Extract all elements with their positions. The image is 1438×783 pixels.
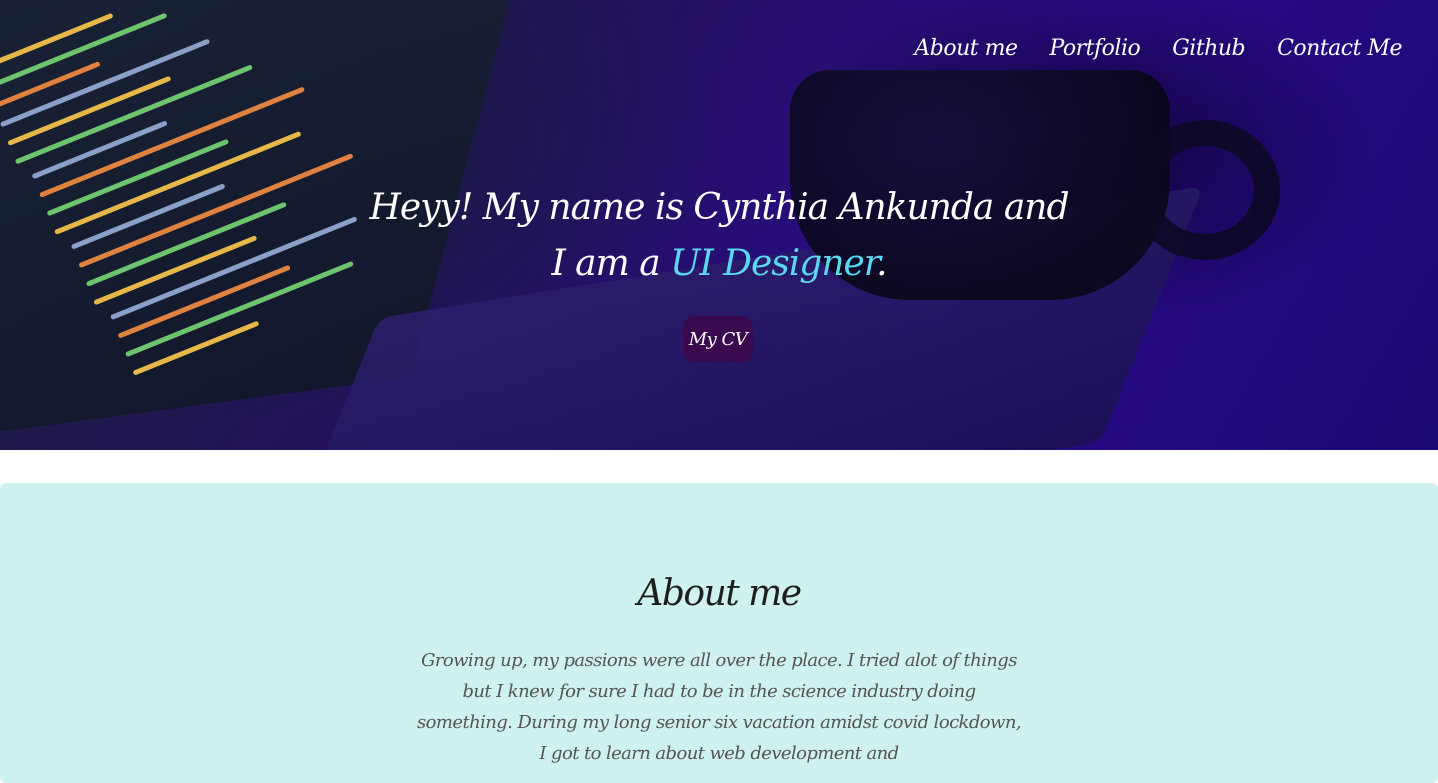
hero-banner: About me Portfolio Github Contact Me Hey… [0,0,1438,450]
hero-heading-suffix: . [876,243,887,284]
nav-link-portfolio[interactable]: Portfolio [1050,36,1141,61]
nav-link-github[interactable]: Github [1172,36,1245,61]
top-navigation: About me Portfolio Github Contact Me [914,36,1402,61]
about-title: About me [637,573,802,614]
nav-link-contact[interactable]: Contact Me [1277,36,1402,61]
mug-handle-image [1130,120,1280,260]
hero-role-highlight: UI Designer [670,243,877,284]
hero-heading: Heyy! My name is Cynthia Ankunda and I a… [369,180,1069,292]
about-text: Growing up, my passions were all over th… [417,650,1022,764]
cv-button[interactable]: My CV [683,316,753,362]
nav-link-about[interactable]: About me [914,36,1018,61]
about-section: About me Growing up, my passions were al… [0,483,1438,783]
